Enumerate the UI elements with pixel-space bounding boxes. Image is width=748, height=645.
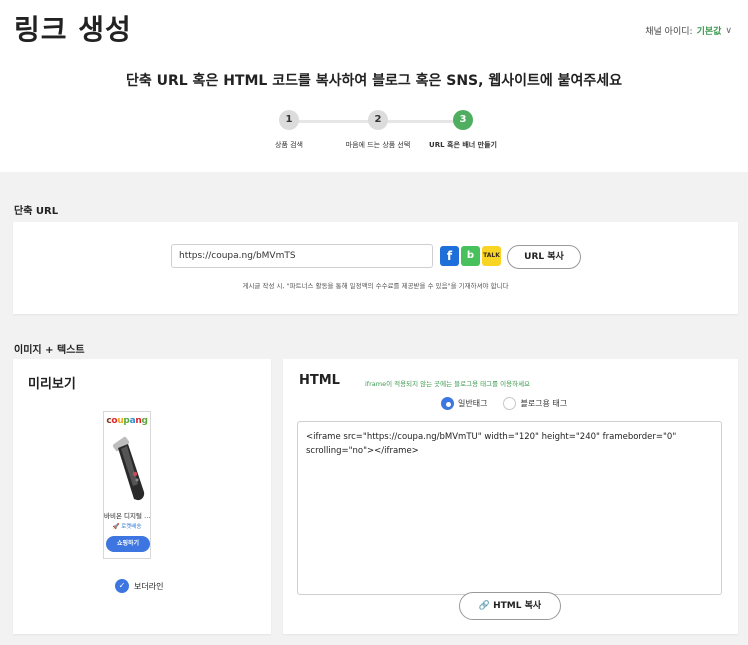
instruction-headline: 단축 URL 혹은 HTML 코드를 복사하여 블로그 혹은 SNS, 웹사이트… xyxy=(125,73,622,89)
chevron-down-icon: ∨ xyxy=(725,25,732,36)
blog-tag-radio[interactable] xyxy=(503,397,517,410)
step-number: 2 xyxy=(368,110,388,130)
step-1: 1 상품 검색 xyxy=(244,110,334,150)
rocket-shipping-badge: 🚀 로켓배송 xyxy=(112,524,142,530)
image-text-section-label: 이미지 + 텍스트 xyxy=(14,345,85,356)
html-code-textarea[interactable]: <iframe src="https://coupa.ng/bMVmTU" wi… xyxy=(297,421,722,595)
preview-panel: 미리보기 coupang 바비온 디지털 … 🚀 로켓배송 쇼핑하기 ✓ 보더라… xyxy=(13,359,271,634)
html-copy-button[interactable]: 🔗 HTML 복사 xyxy=(459,592,561,620)
page-title: 링크 생성 xyxy=(14,13,132,46)
coupang-logo: coupang xyxy=(106,416,148,426)
short-url-section-label: 단축 URL xyxy=(14,206,59,217)
step-number: 1 xyxy=(279,110,299,130)
short-url-field[interactable]: https://coupa.ng/bMVmTS xyxy=(171,244,433,268)
general-tag-label[interactable]: 일반태그 xyxy=(458,398,487,409)
kakaotalk-share-icon[interactable]: TALK xyxy=(482,246,501,266)
ad-banner-preview: coupang 바비온 디지털 … 🚀 로켓배송 쇼핑하기 xyxy=(103,411,151,559)
step-label: 상품 검색 xyxy=(275,141,303,149)
step-label: 마음에 드는 상품 선택 xyxy=(345,141,411,149)
html-title: HTML xyxy=(299,373,340,388)
step-2: 2 마음에 드는 상품 선택 xyxy=(333,110,423,150)
iframe-hint: iframe이 적용되지 않는 곳에는 블로그용 태그를 이용하세요 xyxy=(365,380,531,388)
channel-value[interactable]: 기본값 xyxy=(697,24,722,37)
shop-button[interactable]: 쇼핑하기 xyxy=(106,536,150,552)
step-number: 3 xyxy=(453,110,473,130)
preview-title: 미리보기 xyxy=(28,377,76,392)
facebook-share-icon[interactable]: f xyxy=(440,246,459,266)
tag-type-radio-group: 일반태그 블로그용 태그 xyxy=(441,397,567,410)
channel-label: 채널 아이디: xyxy=(645,27,693,37)
html-copy-label: HTML 복사 xyxy=(493,601,542,611)
check-icon: ✓ xyxy=(115,579,129,593)
step-3: 3 URL 혹은 배너 만들기 xyxy=(418,110,508,150)
border-line-checkbox[interactable]: ✓ 보더라인 xyxy=(115,579,163,593)
border-line-label: 보더라인 xyxy=(134,581,164,591)
disclosure-note: 게시글 작성 시, "파트너스 활동을 통해 일정액의 수수료를 제공받을 수 … xyxy=(242,282,509,290)
header-area: 링크 생성 채널 아이디: 기본값 ∨ 단축 URL 혹은 HTML 코드를 복… xyxy=(0,0,748,172)
product-name: 바비온 디지털 … xyxy=(104,512,150,520)
blog-tag-label[interactable]: 블로그용 태그 xyxy=(520,398,567,409)
hair-clipper-image xyxy=(112,436,145,501)
blog-share-icon[interactable]: b xyxy=(461,246,480,266)
step-label: URL 혹은 배너 만들기 xyxy=(429,141,497,149)
channel-selector[interactable]: 채널 아이디: 기본값 ∨ xyxy=(645,24,732,38)
short-url-card: https://coupa.ng/bMVmTS f b TALK URL 복사 … xyxy=(13,222,738,314)
link-icon: 🔗 xyxy=(478,601,490,611)
general-tag-radio[interactable] xyxy=(441,397,454,410)
progress-steps: 1 상품 검색 2 마음에 드는 상품 선택 3 URL 혹은 배너 만들기 xyxy=(250,110,510,160)
html-panel: HTML iframe이 적용되지 않는 곳에는 블로그용 태그를 이용하세요 … xyxy=(283,359,738,634)
url-copy-button[interactable]: URL 복사 xyxy=(507,245,581,269)
